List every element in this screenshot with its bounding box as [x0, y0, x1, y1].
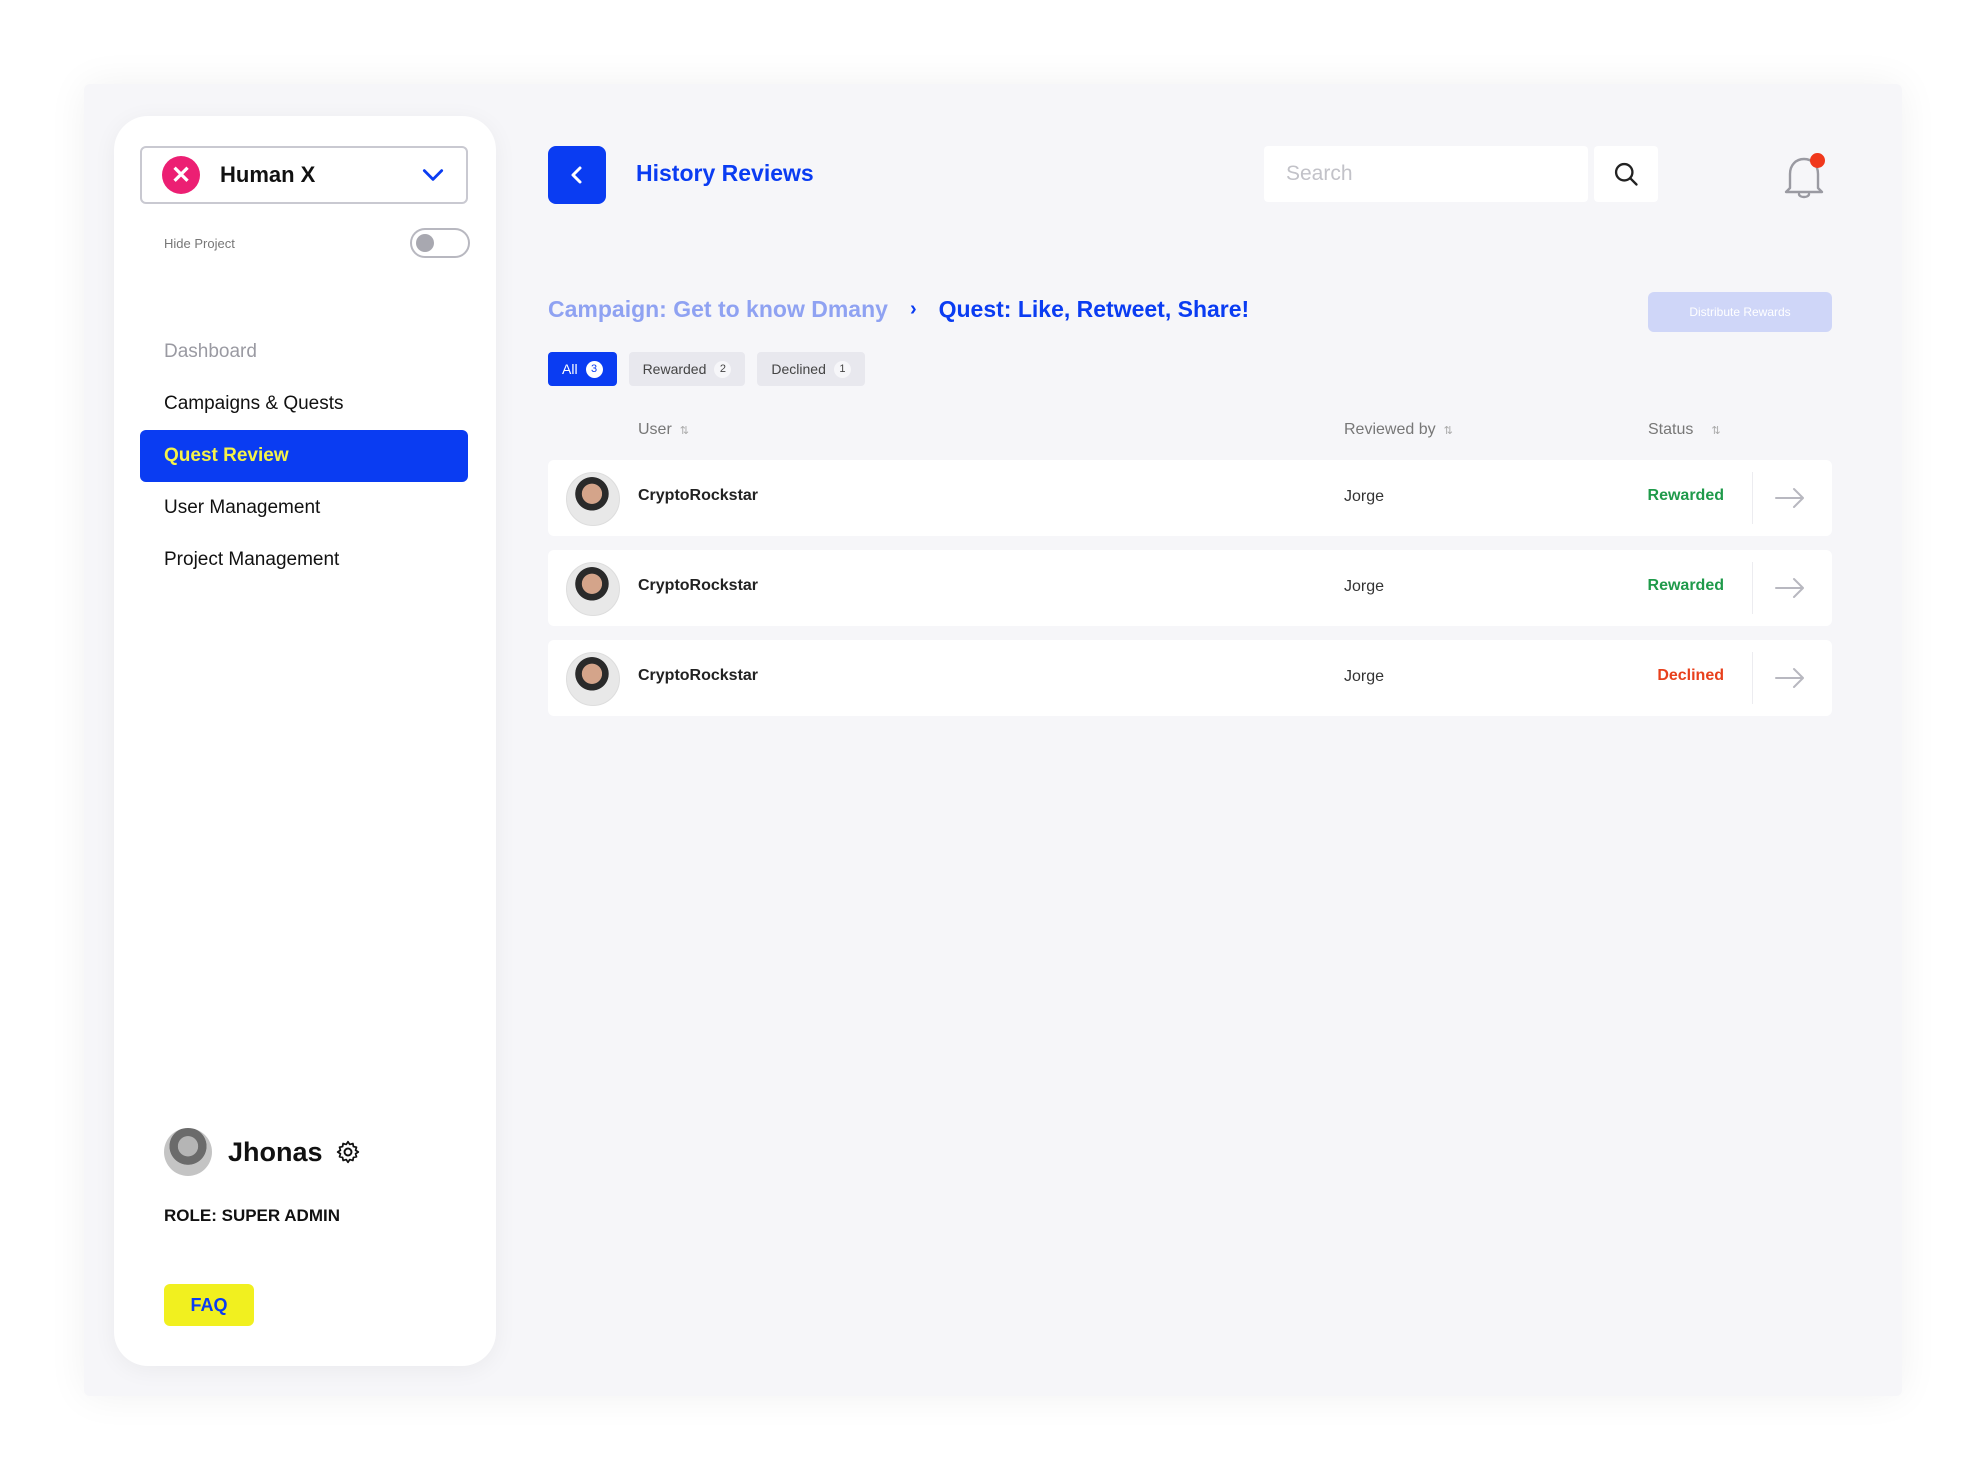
sidebar-nav: Dashboard Campaigns & Quests Quest Revie… — [140, 326, 468, 586]
tab-all[interactable]: All 3 — [548, 352, 617, 386]
column-header-status[interactable]: Status ⇅ — [1648, 421, 1721, 439]
column-label: Status — [1648, 421, 1694, 438]
search-button[interactable] — [1594, 146, 1658, 202]
arrow-right-icon[interactable] — [1774, 666, 1806, 690]
gear-icon[interactable] — [335, 1139, 361, 1165]
tab-rewarded[interactable]: Rewarded 2 — [628, 352, 746, 386]
row-user-name: CryptoRockstar — [638, 667, 759, 684]
hide-project-toggle[interactable] — [410, 228, 470, 258]
column-header-reviewed-by[interactable]: Reviewed by ⇅ — [1344, 421, 1453, 439]
table-header: User ⇅ Reviewed by ⇅ Status ⇅ — [548, 418, 1832, 444]
sidebar-item-user-management[interactable]: User Management — [140, 482, 468, 534]
tab-label: Rewarded — [642, 361, 707, 377]
sidebar: ✕ Human X Hide Project Dashboard Campaig… — [114, 116, 496, 1366]
arrow-right-icon[interactable] — [1774, 486, 1806, 510]
hide-project-label: Hide Project — [164, 235, 235, 251]
hide-project-row: Hide Project — [164, 226, 470, 260]
current-user: Jhonas — [164, 1128, 361, 1176]
breadcrumb-quest: Quest: Like, Retweet, Share! — [938, 296, 1250, 322]
row-reviewer: Jorge — [1344, 668, 1385, 685]
project-name: Human X — [220, 162, 316, 187]
table-row[interactable]: CryptoRockstar Jorge Rewarded — [548, 550, 1832, 626]
arrow-right-icon[interactable] — [1774, 576, 1806, 600]
status-badge: Rewarded — [1647, 577, 1724, 594]
row-divider — [1752, 472, 1753, 524]
table-row[interactable]: CryptoRockstar Jorge Declined — [548, 640, 1832, 716]
tab-label: Declined — [771, 361, 826, 377]
row-reviewer: Jorge — [1344, 578, 1385, 595]
tab-count: 3 — [585, 360, 603, 378]
user-role: ROLE: SUPER ADMIN — [164, 1206, 340, 1225]
breadcrumb-separator: › — [909, 298, 917, 320]
project-selector[interactable]: ✕ Human X — [140, 146, 468, 204]
sort-icon: ⇅ — [1443, 424, 1453, 437]
column-label: User — [638, 421, 672, 438]
avatar — [164, 1128, 212, 1176]
avatar — [566, 652, 620, 706]
column-label: Reviewed by — [1344, 421, 1436, 438]
row-user-name: CryptoRockstar — [638, 487, 759, 504]
row-divider — [1752, 652, 1753, 704]
sidebar-item-project-management[interactable]: Project Management — [140, 534, 468, 586]
toggle-knob — [416, 234, 434, 252]
search-input[interactable] — [1286, 162, 1576, 186]
filter-tabs: All 3 Rewarded 2 Declined 1 — [548, 352, 865, 386]
sidebar-item-campaigns-quests[interactable]: Campaigns & Quests — [140, 378, 468, 430]
back-button[interactable] — [548, 146, 606, 204]
project-logo: ✕ — [162, 156, 200, 194]
search-field — [1264, 146, 1588, 202]
table-row[interactable]: CryptoRockstar Jorge Rewarded — [548, 460, 1832, 536]
tab-label: All — [562, 361, 578, 377]
tab-declined[interactable]: Declined 1 — [757, 352, 865, 386]
sidebar-item-dashboard[interactable]: Dashboard — [140, 326, 468, 378]
breadcrumb: Campaign: Get to know Dmany › Quest: Lik… — [548, 296, 1249, 323]
chevron-down-icon — [422, 169, 444, 181]
chevron-left-icon — [571, 166, 582, 184]
notification-dot — [1810, 153, 1825, 168]
sidebar-item-quest-review[interactable]: Quest Review — [140, 430, 468, 482]
status-badge: Declined — [1657, 667, 1724, 684]
user-name: Jhonas — [228, 1136, 323, 1167]
row-user-name: CryptoRockstar — [638, 577, 759, 594]
avatar — [566, 562, 620, 616]
column-header-user[interactable]: User ⇅ — [638, 421, 689, 439]
sort-icon: ⇅ — [679, 424, 689, 437]
row-divider — [1752, 562, 1753, 614]
breadcrumb-campaign[interactable]: Campaign: Get to know Dmany — [548, 296, 888, 323]
page-title: History Reviews — [636, 160, 814, 186]
tab-count: 1 — [833, 360, 851, 378]
row-reviewer: Jorge — [1344, 488, 1385, 505]
search-icon — [1614, 162, 1638, 186]
tab-count: 2 — [714, 360, 732, 378]
distribute-rewards-button[interactable]: Distribute Rewards — [1648, 292, 1832, 332]
status-badge: Rewarded — [1647, 487, 1724, 504]
avatar — [566, 472, 620, 526]
faq-button[interactable]: FAQ — [164, 1284, 254, 1326]
sort-icon: ⇅ — [1711, 424, 1721, 437]
